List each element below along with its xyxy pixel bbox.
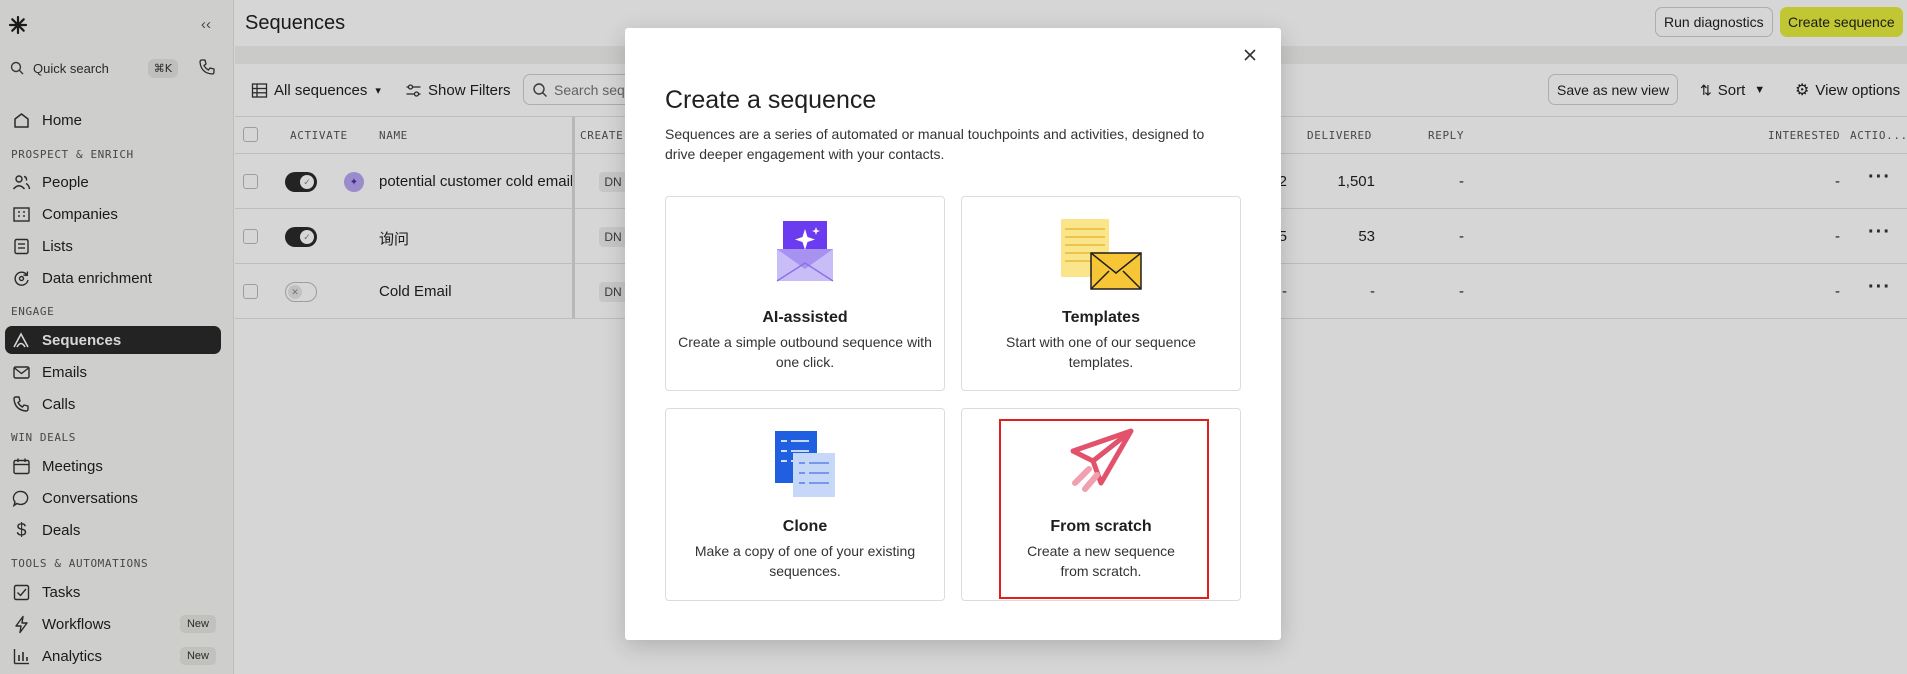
modal-title: Create a sequence (665, 86, 877, 114)
clone-documents-icon (775, 431, 835, 497)
from-scratch-description: Create a new sequence from scratch. (1027, 543, 1175, 579)
ai-assisted-title: AI-assisted (762, 309, 848, 326)
templates-description: Start with one of our sequence templates… (1006, 334, 1196, 370)
ai-assisted-description: Create a simple outbound sequence with o… (678, 334, 932, 370)
templates-card[interactable]: Templates Start with one of our sequence… (961, 196, 1241, 391)
create-sequence-modal: Create a sequence Sequences are a series… (625, 28, 1281, 640)
ai-envelope-icon (776, 221, 834, 282)
clone-title: Clone (782, 518, 828, 535)
templates-title: Templates (1062, 309, 1140, 326)
paper-plane-icon (1070, 428, 1134, 492)
close-icon[interactable] (1239, 44, 1261, 66)
modal-description: Sequences are a series of automated or m… (665, 126, 1205, 162)
from-scratch-card[interactable]: From scratch Create a new sequence from … (961, 408, 1241, 601)
clone-description: Make a copy of one of your existing sequ… (694, 543, 916, 579)
templates-icon (1061, 219, 1142, 290)
ai-assisted-card[interactable]: AI-assisted Create a simple outbound seq… (665, 196, 945, 391)
clone-card[interactable]: Clone Make a copy of one of your existin… (665, 408, 945, 601)
from-scratch-title: From scratch (1050, 518, 1152, 535)
